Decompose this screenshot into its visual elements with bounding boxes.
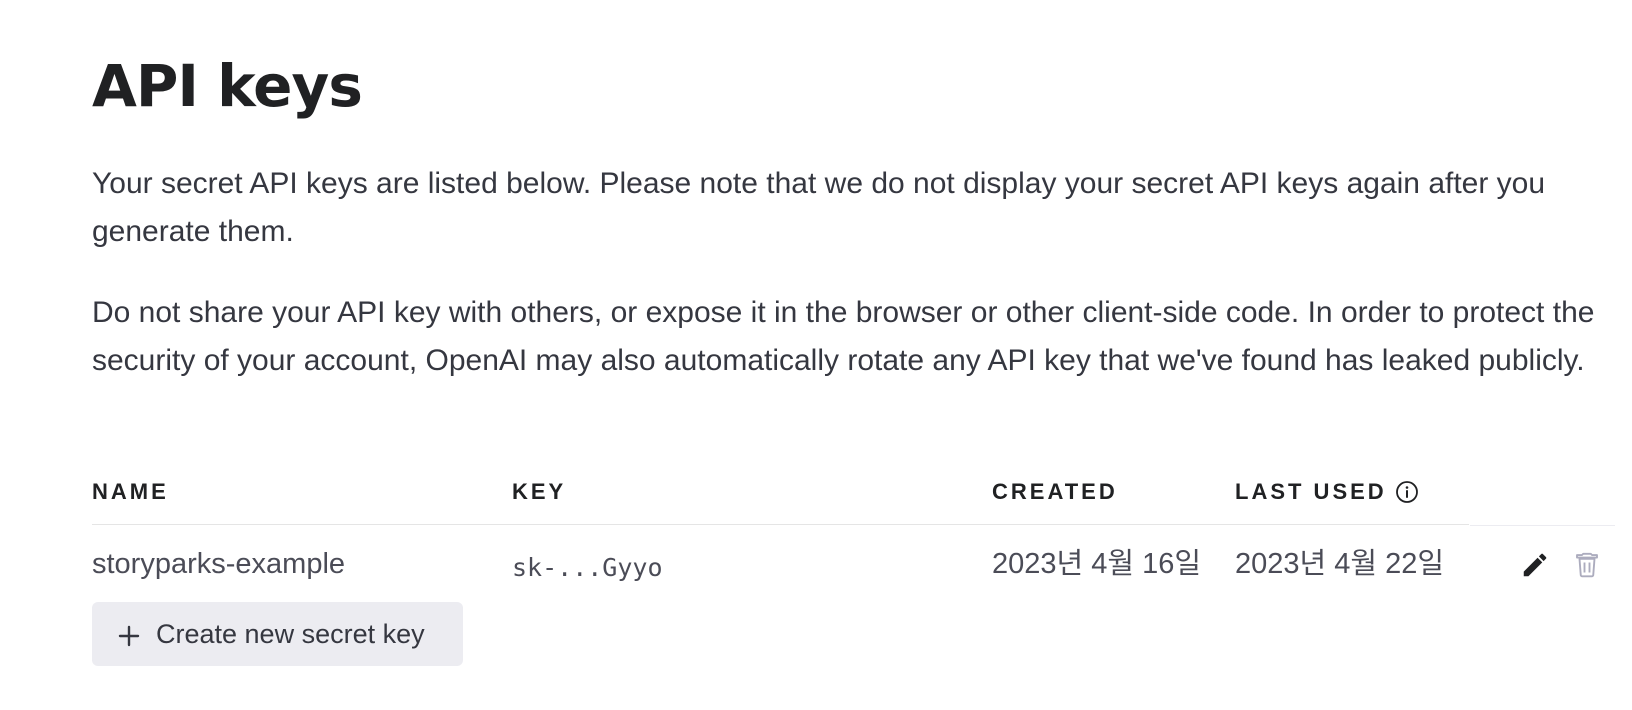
- page-title: API keys: [92, 52, 363, 120]
- column-header-last-used: LAST USED: [1235, 479, 1387, 504]
- table-header-divider-actions: [1470, 525, 1615, 526]
- security-warning-paragraph: Do not share your API key with others, o…: [92, 296, 1595, 377]
- edit-key-button[interactable]: [1520, 550, 1550, 580]
- column-header-key: KEY: [512, 479, 567, 504]
- pencil-icon: [1523, 553, 1547, 577]
- table-header-divider: [92, 524, 1469, 525]
- created-date-cell: 2023년 4월 16일: [992, 548, 1202, 580]
- last-used-date-cell: 2023년 4월 22일: [1235, 548, 1445, 580]
- create-new-secret-key-button[interactable]: Create new secret key: [92, 602, 463, 666]
- create-button-label: Create new secret key: [156, 618, 425, 649]
- trash-icon: [1576, 552, 1598, 578]
- intro-paragraph: Your secret API keys are listed below. P…: [92, 167, 1546, 248]
- key-value-cell: sk-...Gyyo: [512, 553, 663, 582]
- column-header-name: NAME: [92, 479, 169, 504]
- info-circle-icon[interactable]: [1395, 480, 1419, 504]
- delete-key-button[interactable]: [1572, 550, 1602, 580]
- plus-icon: [118, 623, 140, 647]
- key-name-cell: storyparks-example: [92, 548, 346, 580]
- column-header-created: CREATED: [992, 479, 1118, 504]
